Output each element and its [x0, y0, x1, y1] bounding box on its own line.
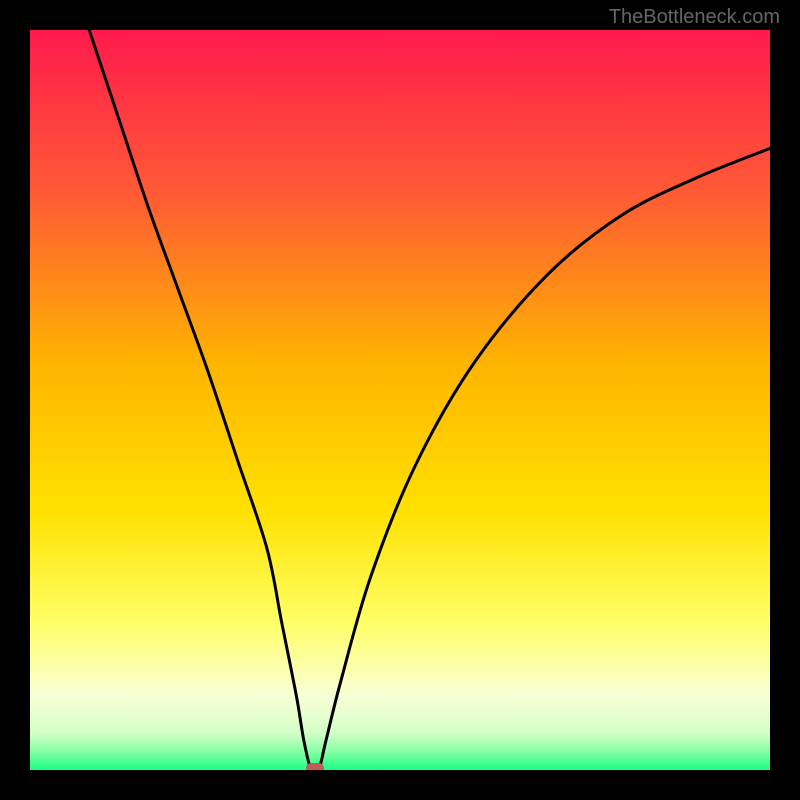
chart-frame: TheBottleneck.com — [0, 0, 800, 800]
optimal-marker — [306, 763, 324, 770]
bottleneck-curve — [30, 30, 770, 770]
watermark-text: TheBottleneck.com — [609, 6, 780, 29]
plot-area — [30, 30, 770, 770]
